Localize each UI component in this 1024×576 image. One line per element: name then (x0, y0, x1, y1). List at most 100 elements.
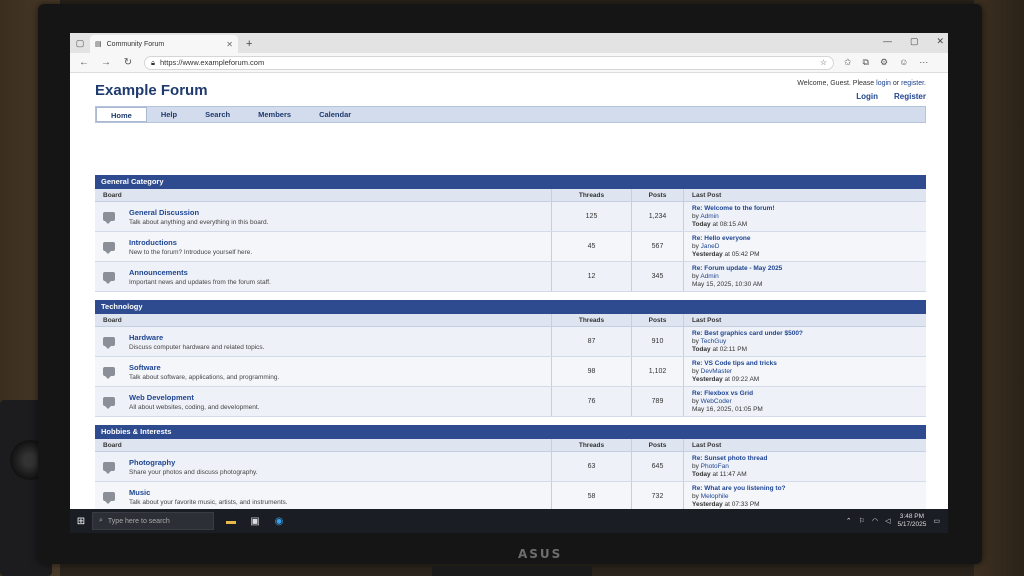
refresh-icon[interactable]: ↻ (122, 57, 134, 68)
last-post-link[interactable]: Re: Flexbox vs Grid (692, 390, 763, 397)
windows-start-icon[interactable]: ⊞ (70, 516, 92, 527)
login-link[interactable]: Login (856, 92, 878, 101)
browser-toolbar: ← → ↻ 🔒︎ https://www.exampleforum.com ☆ … (70, 53, 948, 73)
last-post-link[interactable]: Re: Best graphics card under $500? (692, 330, 803, 337)
column-posts: Posts (632, 314, 684, 326)
last-post-user-link[interactable]: PhotoFan (701, 463, 729, 470)
last-post-day: Yesterday (692, 376, 723, 383)
browser-tab[interactable]: ▤ Community Forum ✕ (90, 35, 238, 53)
board-name-link[interactable]: Introductions (129, 238, 252, 247)
last-post-user-link[interactable]: Admin (700, 213, 718, 220)
board-name-link[interactable]: Music (129, 488, 288, 497)
menu-search[interactable]: Search (191, 107, 244, 122)
board-cell: Web Development All about websites, codi… (95, 387, 552, 416)
last-post-link[interactable]: Re: VS Code tips and tricks (692, 360, 777, 367)
category-header[interactable]: General Category (95, 175, 926, 189)
post-count: 645 (632, 452, 684, 481)
browser-tools: ✩ ⧉ ⚙ ☺ ⋯ (844, 57, 928, 68)
tray-chevron-icon[interactable]: ⌃ (846, 517, 852, 525)
forward-icon[interactable]: → (100, 57, 112, 68)
board-bubble-icon (103, 212, 115, 224)
board-name-link[interactable]: Announcements (129, 268, 271, 277)
welcome-register-link[interactable]: register (901, 80, 924, 87)
clock-date: 5/17/2025 (897, 521, 927, 528)
extensions-icon[interactable]: ⚙ (880, 57, 888, 68)
board-name-link[interactable]: General Discussion (129, 208, 268, 217)
board-info: Announcements Important news and updates… (129, 268, 271, 286)
auth-links: Login Register (856, 92, 926, 101)
address-bar[interactable]: 🔒︎ https://www.exampleforum.com ☆ (144, 55, 834, 70)
last-post-link[interactable]: Re: Hello everyone (692, 235, 760, 242)
register-link[interactable]: Register (894, 92, 926, 101)
category-header[interactable]: Technology (95, 300, 926, 314)
url-text: https://www.exampleforum.com (160, 58, 265, 67)
forum-title: Example Forum (95, 82, 208, 99)
board-row: Software Talk about software, applicatio… (95, 357, 926, 387)
last-post-author: by WebCoder (692, 398, 763, 405)
last-post-user-link[interactable]: WebCoder (701, 398, 732, 405)
board-bubble-icon (103, 462, 115, 474)
menu-home[interactable]: Home (96, 107, 147, 122)
menu-members[interactable]: Members (244, 107, 305, 122)
clock[interactable]: 3:48 PM 5/17/2025 (897, 513, 926, 529)
favorite-star-icon[interactable]: ☆ (820, 58, 827, 67)
tab-title: Community Forum (106, 40, 165, 48)
last-post-user-link[interactable]: Admin (700, 273, 718, 280)
category-header[interactable]: Hobbies & Interests (95, 425, 926, 439)
last-post-author: by DevMaster (692, 368, 777, 375)
welcome-or: or (890, 80, 902, 87)
last-post-link[interactable]: Re: Sunset photo thread (692, 455, 767, 462)
by-label: by (692, 338, 701, 345)
board-name-link[interactable]: Web Development (129, 393, 259, 402)
board-name-link[interactable]: Software (129, 363, 279, 372)
notifications-icon[interactable]: ▭ (933, 517, 940, 525)
store-icon[interactable]: ▣ (248, 516, 262, 527)
last-post-time: Today at 02:11 PM (692, 346, 803, 353)
welcome-login-link[interactable]: login (876, 80, 891, 87)
last-post-link[interactable]: Re: Forum update - May 2025 (692, 265, 782, 272)
network-icon[interactable]: ⚐ (859, 517, 865, 525)
last-post-author: by PhotoFan (692, 463, 767, 470)
board-name-link[interactable]: Photography (129, 458, 258, 467)
last-post-link[interactable]: Re: What are you listening to? (692, 485, 786, 492)
thread-count: 125 (552, 202, 632, 231)
board-row: General Discussion Talk about anything a… (95, 202, 926, 232)
last-post-user-link[interactable]: JaneD (701, 243, 720, 250)
board-info: General Discussion Talk about anything a… (129, 208, 268, 226)
last-post-user-link[interactable]: Melophile (701, 493, 729, 500)
collections-icon[interactable]: ⧉ (863, 57, 869, 68)
last-post-user-link[interactable]: DevMaster (701, 368, 732, 375)
file-explorer-icon[interactable]: ▬ (224, 516, 238, 527)
more-icon[interactable]: ⋯ (919, 57, 928, 68)
close-tab-icon[interactable]: ✕ (226, 40, 233, 49)
menu-calendar[interactable]: Calendar (305, 107, 365, 122)
wifi-icon[interactable]: ◠ (872, 517, 878, 525)
profile-icon[interactable]: ☺ (899, 57, 908, 68)
last-post-user-link[interactable]: TechGuy (701, 338, 727, 345)
last-post-time: Today at 08:15 AM (692, 221, 775, 228)
last-post-cell: Re: Flexbox vs Grid by WebCoder May 16, … (684, 387, 926, 416)
last-post-day: Today (692, 471, 711, 478)
last-post-author: by Admin (692, 273, 782, 280)
menu-help[interactable]: Help (147, 107, 191, 122)
board-cell: Hardware Discuss computer hardware and r… (95, 327, 552, 356)
back-icon[interactable]: ← (78, 57, 90, 68)
tab-actions-icon[interactable]: ▢ (70, 33, 90, 53)
volume-icon[interactable]: ◁ (885, 517, 890, 525)
maximize-icon[interactable]: ▢ (910, 36, 919, 47)
favorites-icon[interactable]: ✩ (844, 57, 852, 68)
last-post-cell: Re: What are you listening to? by Meloph… (684, 482, 926, 509)
edge-browser-icon[interactable]: ◉ (272, 516, 286, 527)
close-window-icon[interactable]: ✕ (936, 36, 944, 47)
last-post-link[interactable]: Re: Welcome to the forum! (692, 205, 775, 212)
by-label: by (692, 243, 701, 250)
taskbar-search[interactable]: ⌕ Type here to search (92, 512, 214, 530)
last-post-day: Yesterday (692, 251, 723, 258)
post-count: 1,102 (632, 357, 684, 386)
thread-count: 87 (552, 327, 632, 356)
by-label: by (692, 493, 701, 500)
new-tab-icon[interactable]: + (238, 35, 260, 53)
minimize-icon[interactable]: — (883, 36, 892, 47)
board-name-link[interactable]: Hardware (129, 333, 264, 342)
last-post-day: Yesterday (692, 501, 723, 508)
